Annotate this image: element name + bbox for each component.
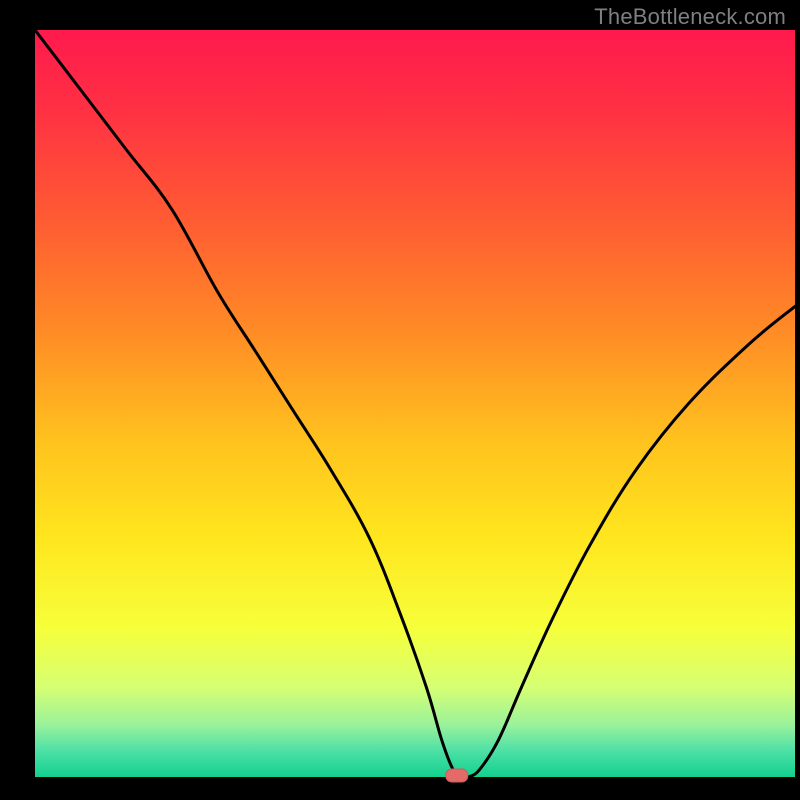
optimal-point-marker xyxy=(446,769,468,782)
chart-container: { "watermark": "TheBottleneck.com", "col… xyxy=(0,0,800,800)
bottleneck-chart xyxy=(0,0,800,800)
plot-background xyxy=(35,30,795,777)
watermark-text: TheBottleneck.com xyxy=(594,4,786,30)
